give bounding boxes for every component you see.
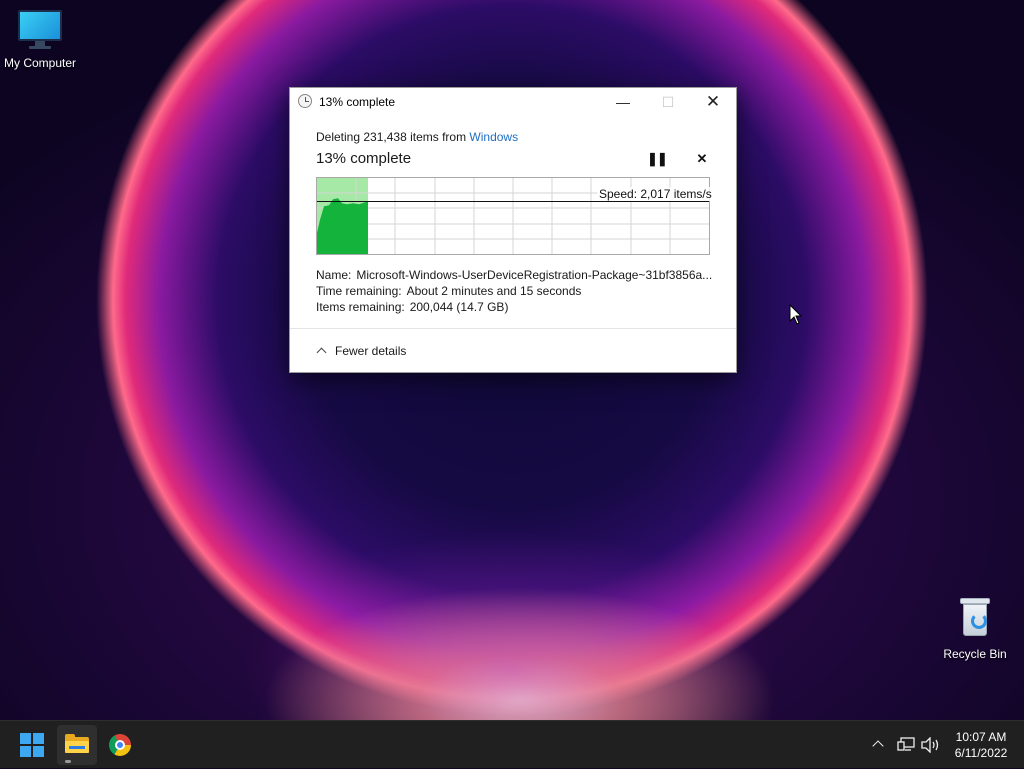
footer-divider: [290, 328, 736, 329]
detail-label: Time remaining:: [316, 284, 402, 298]
show-hidden-icons-button[interactable]: [871, 721, 887, 769]
taskbar: 10:07 AM 6/11/2022: [0, 720, 1024, 768]
network-tray-button[interactable]: [897, 721, 917, 769]
detail-items-remaining: Items remaining: 200,044 (14.7 GB): [316, 300, 508, 314]
fewer-details-toggle[interactable]: Fewer details: [316, 344, 407, 358]
deleting-prefix: Deleting 231,438 items from: [316, 130, 470, 144]
desktop-icon-label: Recycle Bin: [943, 647, 1007, 661]
speed-label: Speed: 2,017 items/s: [597, 187, 714, 201]
desktop-icon-recycle-bin[interactable]: Recycle Bin: [935, 598, 1015, 661]
taskbar-chrome[interactable]: [100, 725, 140, 765]
detail-label: Name:: [316, 268, 352, 282]
detail-time-remaining: Time remaining: About 2 minutes and 15 se…: [316, 284, 581, 298]
taskbar-clock[interactable]: 10:07 AM 6/11/2022: [948, 729, 1014, 761]
detail-name: Name: Microsoft-Windows-UserDeviceRegistr…: [316, 268, 712, 282]
desktop-icon-my-computer[interactable]: My Computer: [0, 10, 80, 70]
fewer-details-label: Fewer details: [335, 344, 407, 358]
minimize-button[interactable]: —: [600, 88, 646, 116]
detail-value: About 2 minutes and 15 seconds: [406, 284, 582, 298]
speaker-icon: [921, 737, 939, 753]
stop-button[interactable]: ✕: [694, 150, 710, 168]
progress-heading: 13% complete: [316, 150, 412, 167]
dialog-title: 13% complete: [319, 95, 396, 109]
deleting-summary: Deleting 231,438 items from Windows: [316, 130, 518, 144]
chevron-up-icon: [872, 740, 884, 752]
volume-tray-button[interactable]: [921, 721, 941, 769]
detail-value: 200,044 (14.7 GB): [409, 300, 509, 314]
clock-icon: [298, 94, 312, 108]
clock-date: 6/11/2022: [954, 746, 1008, 760]
desktop-icon-label: My Computer: [3, 56, 77, 70]
close-button[interactable]: ✕: [690, 88, 736, 116]
taskbar-file-explorer[interactable]: [57, 725, 97, 765]
start-button[interactable]: [12, 725, 52, 765]
delete-progress-dialog: 13% complete — ☐ ✕ Deleting 231,438 item…: [289, 87, 737, 373]
monitor-icon: [0, 10, 80, 49]
detail-label: Items remaining:: [316, 300, 405, 314]
pause-button[interactable]: ❚❚: [647, 150, 668, 168]
wallpaper-glow: [100, 420, 920, 720]
detail-value: Microsoft-Windows-UserDeviceRegistration…: [356, 268, 713, 282]
maximize-button[interactable]: ☐: [645, 88, 691, 116]
network-icon: [897, 737, 915, 751]
running-indicator: [65, 760, 71, 763]
dialog-titlebar[interactable]: 13% complete — ☐ ✕: [290, 88, 736, 116]
mouse-cursor-icon: [789, 304, 803, 325]
recycle-bin-icon: [960, 598, 990, 636]
clock-time: 10:07 AM: [955, 730, 1007, 744]
source-folder-link[interactable]: Windows: [469, 130, 518, 144]
speed-area: [317, 198, 368, 254]
chevron-up-icon: [316, 347, 327, 358]
